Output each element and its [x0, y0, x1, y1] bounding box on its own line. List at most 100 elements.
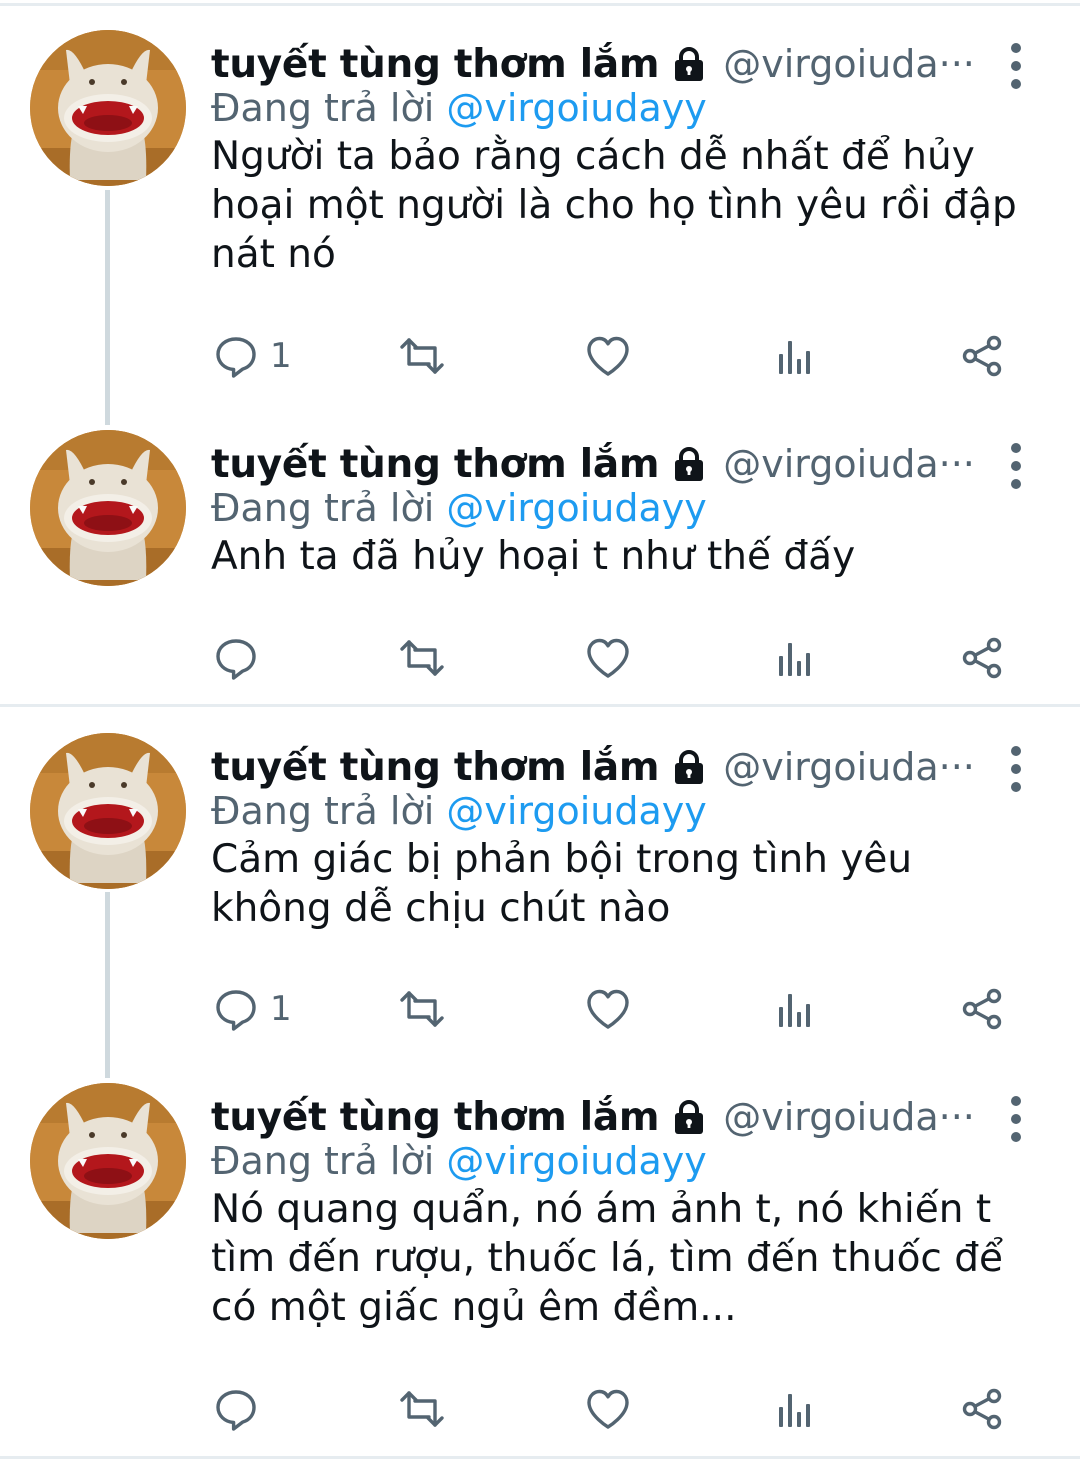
reply-count: 1 — [270, 989, 292, 1029]
user-handle[interactable]: @virgoiuda··· — [723, 1095, 975, 1139]
lock-icon — [669, 1097, 709, 1137]
analytics-bars-icon — [771, 985, 819, 1033]
share-button[interactable] — [958, 979, 1006, 1039]
replying-to: Đang trả lời @virgoiudayy — [211, 789, 707, 833]
share-icon — [958, 985, 1006, 1033]
action-bar — [0, 1379, 1080, 1439]
action-bar — [0, 628, 1080, 688]
more-options-icon[interactable] — [996, 1089, 1036, 1149]
tweet-text-line: có một giấc ngủ êm đềm... — [211, 1285, 737, 1330]
user-handle[interactable]: @virgoiuda··· — [723, 442, 975, 486]
display-name[interactable]: tuyết tùng thơm lắm — [211, 42, 660, 87]
reply-prefix: Đang trả lời — [211, 789, 435, 833]
avatar[interactable] — [30, 430, 186, 586]
like-button[interactable] — [584, 1379, 632, 1439]
heart-icon — [584, 332, 632, 380]
analytics-button[interactable] — [771, 628, 819, 688]
reply-button[interactable] — [212, 628, 270, 688]
share-button[interactable] — [958, 326, 1006, 386]
tweet-text-line: Nó quang quẩn, nó ám ảnh t, nó khiến t — [211, 1187, 992, 1232]
reply-mention-link[interactable]: @virgoiudayy — [446, 1139, 706, 1183]
tweet-text: Cảm giác bị phản bội trong tình yêu khôn… — [211, 835, 1031, 933]
reply-bubble-icon — [212, 985, 260, 1033]
share-icon — [958, 634, 1006, 682]
analytics-button[interactable] — [771, 326, 819, 386]
reply-bubble-icon — [212, 634, 260, 682]
reply-prefix: Đang trả lời — [211, 1139, 435, 1183]
tweet-header: tuyết tùng thơm lắm @virgoiuda··· — [211, 36, 975, 92]
reply-button[interactable] — [212, 1379, 270, 1439]
tweet-text: Nó quang quẩn, nó ám ảnh t, nó khiến t t… — [211, 1185, 1031, 1332]
analytics-button[interactable] — [771, 979, 819, 1039]
reply-bubble-icon — [212, 1385, 260, 1433]
share-button[interactable] — [958, 1379, 1006, 1439]
tweet-text-line: hoại một người là cho họ tình yêu rồi đậ… — [211, 183, 1017, 228]
tweet[interactable]: tuyết tùng thơm lắm @virgoiuda··· Đang t… — [0, 430, 1080, 700]
replying-to: Đang trả lời @virgoiudayy — [211, 486, 707, 530]
reply-mention-link[interactable]: @virgoiudayy — [446, 86, 706, 130]
share-icon — [958, 332, 1006, 380]
retweet-icon — [398, 985, 446, 1033]
tweet-text-line: Người ta bảo rằng cách dễ nhất để hủy — [211, 134, 975, 179]
tweet-header: tuyết tùng thơm lắm @virgoiuda··· — [211, 1089, 975, 1145]
tweet[interactable]: tuyết tùng thơm lắm @virgoiuda··· Đang t… — [0, 30, 1080, 410]
tweet-header: tuyết tùng thơm lắm @virgoiuda··· — [211, 436, 975, 492]
lock-icon — [669, 747, 709, 787]
tweet[interactable]: tuyết tùng thơm lắm @virgoiuda··· Đang t… — [0, 733, 1080, 1063]
analytics-bars-icon — [771, 634, 819, 682]
retweet-icon — [398, 332, 446, 380]
display-name[interactable]: tuyết tùng thơm lắm — [211, 442, 660, 487]
thread-separator — [0, 704, 1080, 707]
avatar[interactable] — [30, 30, 186, 186]
reply-mention-link[interactable]: @virgoiudayy — [446, 789, 706, 833]
heart-icon — [584, 634, 632, 682]
reply-button[interactable]: 1 — [212, 326, 292, 386]
avatar[interactable] — [30, 1083, 186, 1239]
like-button[interactable] — [584, 979, 632, 1039]
tweet-text-line: nát nó — [211, 232, 336, 277]
heart-icon — [584, 1385, 632, 1433]
share-button[interactable] — [958, 628, 1006, 688]
reply-mention-link[interactable]: @virgoiudayy — [446, 486, 706, 530]
more-options-icon[interactable] — [996, 36, 1036, 96]
user-handle[interactable]: @virgoiuda··· — [723, 42, 975, 86]
replying-to: Đang trả lời @virgoiudayy — [211, 86, 707, 130]
more-options-icon[interactable] — [996, 436, 1036, 496]
retweet-icon — [398, 634, 446, 682]
retweet-button[interactable] — [398, 628, 446, 688]
retweet-button[interactable] — [398, 979, 446, 1039]
reply-prefix: Đang trả lời — [211, 486, 435, 530]
bottom-separator — [0, 1456, 1080, 1459]
reply-button[interactable]: 1 — [212, 979, 292, 1039]
retweet-icon — [398, 1385, 446, 1433]
display-name[interactable]: tuyết tùng thơm lắm — [211, 1095, 660, 1140]
more-options-icon[interactable] — [996, 739, 1036, 799]
retweet-button[interactable] — [398, 1379, 446, 1439]
replying-to: Đang trả lời @virgoiudayy — [211, 1139, 707, 1183]
action-bar: 1 — [0, 979, 1080, 1039]
analytics-bars-icon — [771, 332, 819, 380]
user-handle[interactable]: @virgoiuda··· — [723, 745, 975, 789]
tweet[interactable]: tuyết tùng thơm lắm @virgoiuda··· Đang t… — [0, 1083, 1080, 1453]
like-button[interactable] — [584, 326, 632, 386]
tweet-text-line: Cảm giác bị phản bội trong tình yêu — [211, 837, 913, 882]
tweet-text: Người ta bảo rằng cách dễ nhất để hủy ho… — [211, 132, 1031, 279]
avatar[interactable] — [30, 733, 186, 889]
top-separator — [0, 3, 1080, 6]
share-icon — [958, 1385, 1006, 1433]
analytics-button[interactable] — [771, 1379, 819, 1439]
reply-prefix: Đang trả lời — [211, 86, 435, 130]
tweet-text-line: Anh ta đã hủy hoại t như thế đấy — [211, 534, 856, 579]
tweet-text-line: không dễ chịu chút nào — [211, 886, 671, 931]
display-name[interactable]: tuyết tùng thơm lắm — [211, 745, 660, 790]
action-bar: 1 — [0, 326, 1080, 386]
lock-icon — [669, 44, 709, 84]
lock-icon — [669, 444, 709, 484]
retweet-button[interactable] — [398, 326, 446, 386]
reply-bubble-icon — [212, 332, 260, 380]
tweet-text: Anh ta đã hủy hoại t như thế đấy — [211, 532, 1031, 581]
tweet-header: tuyết tùng thơm lắm @virgoiuda··· — [211, 739, 975, 795]
tweet-text-line: tìm đến rượu, thuốc lá, tìm đến thuốc để — [211, 1236, 1004, 1281]
like-button[interactable] — [584, 628, 632, 688]
heart-icon — [584, 985, 632, 1033]
